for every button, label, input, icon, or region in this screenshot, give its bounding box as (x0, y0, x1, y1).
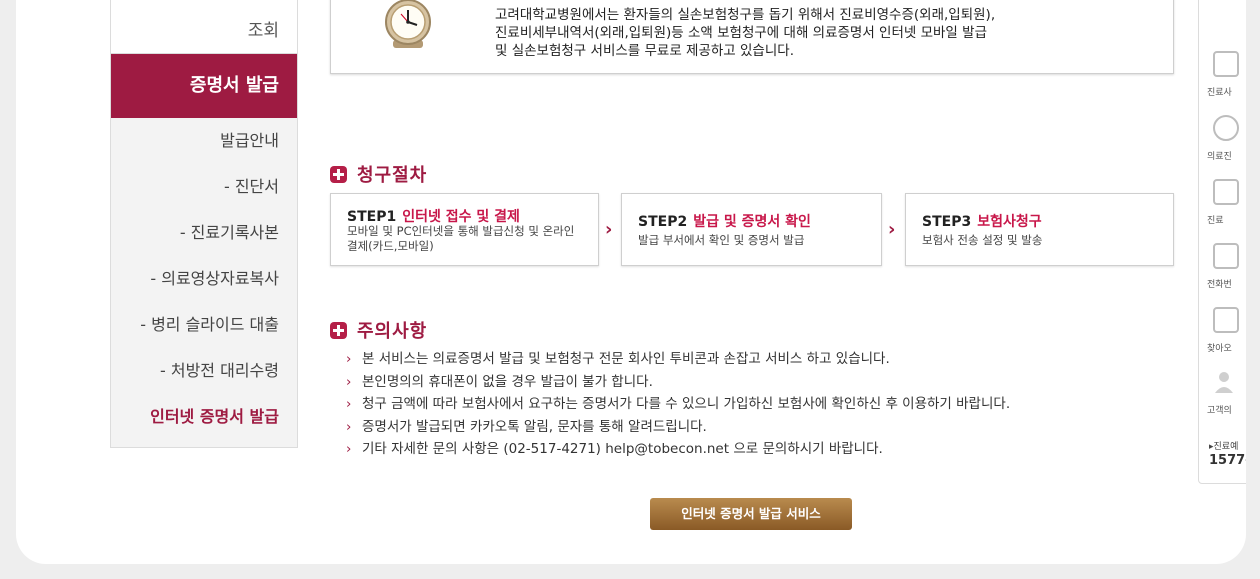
plus-cross-icon (330, 321, 347, 339)
step-1-desc: 모바일 및 PC인터넷을 통해 발급신청 및 온라인 결제(카드,모바일) (347, 224, 575, 253)
map-icon[interactable] (1213, 307, 1239, 333)
step-1-card: STEP1 인터넷 접수 및 결제 모바일 및 PC인터넷을 통해 발급신청 및 … (330, 193, 599, 266)
bullet-icon: › (346, 351, 352, 367)
notice-title: 주의사항 (357, 321, 428, 342)
doctor-icon[interactable] (1213, 115, 1239, 141)
list-item: › 증명서가 발급되면 카카오톡 알림, 문자를 통해 알려드립니다. (346, 416, 1010, 439)
internet-certificate-service-button[interactable]: 인터넷 증명서 발급 서비스 (650, 498, 852, 530)
quick-menu-label: 고객의 (1207, 406, 1232, 416)
info-line: 진료비세부내역서(외래,입퇴원)등 소액 보험청구에 대해 의료증명서 인터넷 … (495, 25, 987, 41)
quick-menu-panel: 진료사 의료진 진료 전화번 찾아오 고객의 ▸진료예 1577- (1198, 0, 1246, 484)
info-box: 고려대학교병원에서는 환자들의 실손보험청구를 돕기 위해서 진료비영수증(외래… (330, 0, 1174, 74)
info-text: 고려대학교병원에서는 환자들의 실손보험청구를 돕기 위해서 진료비영수증(외래… (495, 6, 995, 60)
list-item: › 본 서비스는 의료증명서 발급 및 보험청구 전문 회사인 투비콘과 손잡고 … (346, 348, 1010, 371)
phone-label: ▸진료예 (1209, 442, 1239, 452)
sidebar-item-internet-cert[interactable]: 인터넷 증명서 발급 (111, 394, 297, 440)
content-card: 조회 증명서 발급 발급안내 - 진단서 - 진료기록사본 - 의료영상자료복사… (16, 0, 1246, 564)
document-icon[interactable] (1213, 51, 1239, 77)
process-heading: 청구절차 (330, 161, 427, 187)
sidebar-item-diagnosis[interactable]: - 진단서 (111, 164, 297, 210)
step-3-title: STEP3 보험사청구 (922, 214, 1042, 230)
sidebar-item-pathology[interactable]: - 병리 슬라이드 대출 (111, 302, 297, 348)
bullet-icon: › (346, 418, 352, 435)
sidebar-item-certificate[interactable]: 증명서 발급 (111, 54, 297, 118)
phone-number[interactable]: 1577- (1209, 453, 1246, 468)
notice-heading: 주의사항 (330, 317, 427, 343)
sidebar: 조회 증명서 발급 발급안내 - 진단서 - 진료기록사본 - 의료영상자료복사… (110, 0, 298, 448)
list-item: › 청구 금액에 따라 보험사에서 요구하는 증명서가 다를 수 있으니 가입하신… (346, 393, 1010, 416)
page: 조회 증명서 발급 발급안내 - 진단서 - 진료기록사본 - 의료영상자료복사… (0, 0, 1260, 579)
step-2-desc: 발급 부서에서 확인 및 증명서 발급 (638, 233, 805, 247)
step-2-title: STEP2 발급 및 증명서 확인 (638, 214, 811, 230)
person-icon[interactable] (1213, 371, 1235, 393)
step-1-title: STEP1 인터넷 접수 및 결제 (347, 209, 520, 225)
quick-menu-label: 의료진 (1207, 152, 1232, 162)
list-item: › 기타 자세한 문의 사항은 (02-517-4271) help@tobeco… (346, 438, 1010, 461)
sidebar-item-imaging[interactable]: - 의료영상자료복사 (111, 256, 297, 302)
quick-menu-label: 진료사 (1207, 88, 1232, 98)
clipboard-icon[interactable] (1213, 179, 1239, 205)
process-title: 청구절차 (357, 165, 428, 186)
phone-icon[interactable] (1213, 243, 1239, 269)
info-line: 고려대학교병원에서는 환자들의 실손보험청구를 돕기 위해서 진료비영수증(외래… (495, 7, 996, 23)
notice-list: › 본 서비스는 의료증명서 발급 및 보험청구 전문 회사인 투비콘과 손잡고 … (346, 348, 1010, 461)
step-3-desc: 보험사 전송 설정 및 발송 (922, 233, 1043, 247)
quick-menu-label: 전화번 (1207, 280, 1232, 290)
bullet-icon: › (346, 441, 352, 457)
plus-cross-icon (330, 165, 347, 183)
chevron-right-icon: › (888, 219, 896, 240)
list-item: › 본인명의의 휴대폰이 없을 경우 발급이 불가 합니다. (346, 371, 1010, 394)
sidebar-item-records[interactable]: - 진료기록사본 (111, 210, 297, 256)
sidebar-item-guide[interactable]: 발급안내 (111, 118, 297, 164)
step-3-card: STEP3 보험사청구 보험사 전송 설정 및 발송 (905, 193, 1174, 266)
bullet-icon: › (346, 396, 352, 412)
step-2-card: STEP2 발급 및 증명서 확인 발급 부서에서 확인 및 증명서 발급 (621, 193, 882, 266)
chevron-right-icon: › (605, 219, 613, 240)
quick-menu-label: 찾아오 (1207, 344, 1232, 354)
quick-menu-label: 진료 (1207, 216, 1224, 226)
info-line: 및 실손보험청구 서비스를 무료로 제공하고 있습니다. (495, 43, 794, 59)
bullet-icon: › (346, 373, 352, 390)
sidebar-item-inquiry[interactable]: 조회 (111, 0, 297, 54)
sidebar-item-prescription[interactable]: - 처방전 대리수령 (111, 348, 297, 394)
alarm-clock-icon (385, 0, 431, 48)
